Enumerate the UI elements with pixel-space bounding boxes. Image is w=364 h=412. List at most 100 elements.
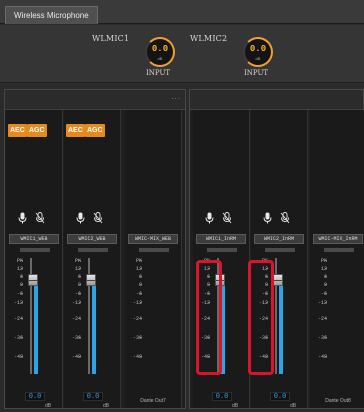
scale-tick: -12 [6, 300, 23, 306]
scale-tick-label: 12 [16, 266, 23, 272]
scale-tick-label: -48 [317, 354, 327, 360]
scale-tick: 0 [125, 282, 142, 288]
scale-tick: 6 [310, 274, 327, 280]
scale-tick-mark [79, 302, 81, 303]
agc-button[interactable]: AGC [85, 124, 105, 137]
channel-name: WMIC1_InRM [196, 234, 246, 244]
scale-tick: 6 [125, 274, 142, 280]
scale-tick: -48 [310, 354, 327, 360]
input-gain-knob-wlmic2[interactable]: 0.0 dB [243, 37, 273, 67]
scale-tick: -12 [125, 300, 142, 306]
scale-tick-mark [325, 268, 327, 269]
fader-handle[interactable] [86, 274, 96, 286]
scale-tick: -36 [310, 335, 327, 341]
microphone-off-icon[interactable] [277, 210, 293, 226]
level-scale: PK 12 6 0 -6 -12 -24 -36 -48 [125, 258, 145, 376]
scale-tick-mark [325, 302, 327, 303]
scale-tick-label: -24 [132, 316, 142, 322]
scale-tick-label: 12 [320, 266, 327, 272]
scale-tick-mark [140, 302, 142, 303]
microphone-icon[interactable] [14, 210, 30, 226]
scale-tick: -36 [6, 335, 23, 341]
highlight-box-wmic2-inrm [248, 260, 274, 375]
scale-tick-label: PK [74, 258, 81, 264]
input-label: INPUT [146, 69, 171, 77]
scale-tick-mark [140, 260, 142, 261]
channel-gain-bar [265, 248, 295, 252]
panel-menu-button[interactable]: ... [171, 92, 181, 101]
channel-strip: AEC AGC WMIC1_WEB PK 12 6 0 -6 -12 -24 -36 -48 0.0 dB [6, 110, 63, 409]
scale-tick: 0 [6, 282, 23, 288]
scale-tick-label: -36 [13, 335, 23, 341]
scale-tick-label: -6 [135, 291, 142, 297]
scale-tick-label: PK [16, 258, 23, 264]
scale-tick-mark [325, 260, 327, 261]
microphone-off-icon[interactable] [32, 210, 48, 226]
highlight-box-wmic1-inrm [196, 260, 222, 375]
scale-tick: -6 [6, 291, 23, 297]
scale-tick: -24 [6, 316, 23, 322]
scale-tick-mark [21, 356, 23, 357]
scale-tick-label: -24 [317, 316, 327, 322]
agc-button[interactable]: AGC [27, 124, 47, 137]
scale-tick: PK [64, 258, 81, 264]
level-scale: PK 12 6 0 -6 -12 -24 -36 -48 [310, 258, 330, 376]
scale-tick-label: -12 [71, 300, 81, 306]
scale-tick-mark [21, 337, 23, 338]
microphone-icon[interactable] [72, 210, 88, 226]
scale-tick-mark [140, 293, 142, 294]
fader-value[interactable]: 0.0 [25, 392, 45, 401]
scale-tick: -12 [310, 300, 327, 306]
fader-handle[interactable] [273, 274, 283, 286]
microphone-icon[interactable] [201, 210, 217, 226]
scale-tick-label: PK [320, 258, 327, 264]
channel-name: WMIC-MIX_WEB [128, 234, 178, 244]
scale-tick: -48 [64, 354, 81, 360]
scale-tick-label: -36 [132, 335, 142, 341]
scale-tick: 6 [6, 274, 23, 280]
scale-tick: -48 [125, 354, 142, 360]
scale-tick-mark [79, 284, 81, 285]
fader-level-track[interactable] [34, 279, 38, 374]
scale-tick: -48 [6, 354, 23, 360]
scale-tick-label: -6 [320, 291, 327, 297]
microphone-off-icon[interactable] [219, 210, 235, 226]
scale-tick-label: -24 [13, 316, 23, 322]
scale-tick: 6 [64, 274, 81, 280]
tab-wireless-microphone[interactable]: Wireless Microphone [5, 6, 98, 24]
scale-tick: -12 [64, 300, 81, 306]
scale-tick-label: 6 [19, 274, 23, 280]
output-label: Dante Out8 [325, 398, 351, 404]
scale-tick: -6 [64, 291, 81, 297]
fader-handle[interactable] [28, 274, 38, 286]
scale-tick-mark [325, 318, 327, 319]
scale-tick-mark [79, 293, 81, 294]
fader-value[interactable]: 0.0 [212, 392, 232, 401]
scale-tick-mark [140, 337, 142, 338]
scale-tick-mark [325, 356, 327, 357]
fader-value[interactable]: 0.0 [83, 392, 103, 401]
scale-tick-label: 12 [135, 266, 142, 272]
scale-tick: -36 [64, 335, 81, 341]
input-gain-knob-wlmic1[interactable]: 0.0 dB [145, 37, 175, 67]
fader-unit: dB [45, 403, 52, 409]
channel-strip: AEC AGC WMIC2_WEB PK 12 6 0 -6 -12 -24 -36 -48 0.0 dB [64, 110, 121, 409]
scale-tick-label: -6 [74, 291, 81, 297]
channel-name: WMIC2_WEB [67, 234, 117, 244]
microphone-off-icon[interactable] [90, 210, 106, 226]
scale-tick-label: -48 [132, 354, 142, 360]
aec-button[interactable]: AEC [8, 124, 27, 137]
fader-value[interactable]: 0.0 [270, 392, 290, 401]
fader-unit: dB [103, 403, 110, 409]
channel-strip: WMIC-MIX_WEB PK 12 6 0 -6 -12 -24 -36 -48 Dante Ou… [125, 110, 182, 408]
microphone-icon[interactable] [259, 210, 275, 226]
fader-level-track[interactable] [279, 279, 283, 374]
scale-tick-mark [325, 337, 327, 338]
scale-tick: 0 [310, 282, 327, 288]
fader-level-track[interactable] [92, 279, 96, 374]
scale-tick: 12 [64, 266, 81, 272]
aec-button[interactable]: AEC [66, 124, 85, 137]
scale-tick-label: -48 [71, 354, 81, 360]
scale-tick-label: PK [135, 258, 142, 264]
scale-tick-label: 0 [138, 282, 142, 288]
